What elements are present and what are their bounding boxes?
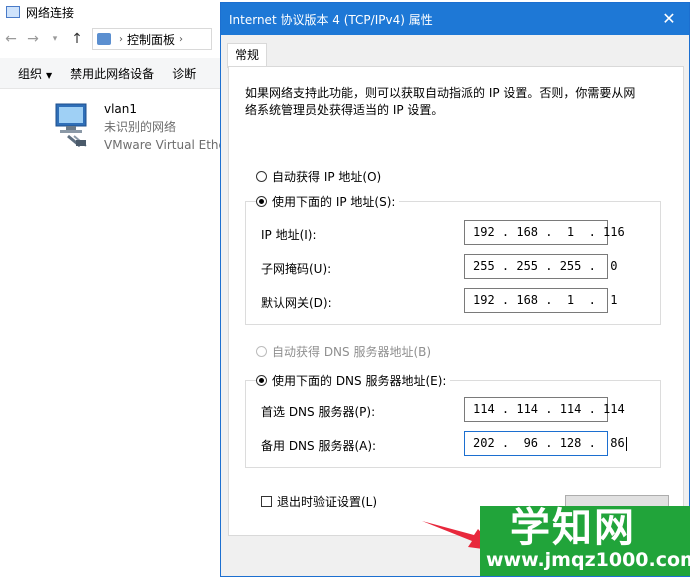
recent-chevron-icon[interactable]: ▾ [44, 28, 66, 50]
explorer-title: 网络连接 [26, 5, 75, 20]
auto-ip-option[interactable]: 自动获得 IP 地址(O) [256, 168, 381, 185]
address-bar[interactable]: › 控制面板 › [92, 28, 212, 50]
validate-on-exit-option[interactable]: 退出时验证设置(L) [261, 493, 377, 510]
breadcrumb-chevron-icon[interactable]: › [119, 34, 123, 45]
ip-address-label: IP 地址(I): [261, 228, 317, 242]
network-folder-icon [6, 6, 20, 18]
preferred-dns-input[interactable]: 114 . 114 . 114 . 114 [464, 397, 625, 422]
dialog-title: Internet 协议版本 4 (TCP/IPv4) 属性 [229, 12, 433, 27]
network-adapter-icon [55, 103, 87, 148]
subnet-mask-label: 子网掩码(U): [261, 262, 332, 276]
manual-ip-radio[interactable] [256, 196, 267, 207]
manual-ip-option[interactable]: 使用下面的 IP 地址(S): [256, 193, 400, 210]
ipv4-properties-dialog: Internet 协议版本 4 (TCP/IPv4) 属性 ✕ 常规 如果网络支… [220, 2, 690, 577]
disable-device-button[interactable]: 禁用此网络设备 [70, 65, 154, 82]
dialog-title-bar[interactable]: Internet 协议版本 4 (TCP/IPv4) 属性 ✕ [221, 3, 689, 35]
description-text: 如果网络支持此功能，则可以获取自动指派的 IP 设置。否则，你需要从网络系统管理… [245, 86, 636, 117]
auto-dns-label: 自动获得 DNS 服务器地址(B) [272, 345, 432, 359]
auto-ip-radio[interactable] [256, 171, 267, 182]
subnet-mask-input[interactable]: 255 . 255 . 255 . 0 [464, 254, 618, 279]
explorer-toolbar: 组织 ▼ 禁用此网络设备 诊断 [0, 58, 230, 89]
forward-arrow-icon[interactable]: → [22, 28, 44, 50]
back-arrow-icon[interactable]: ← [0, 28, 22, 50]
control-panel-icon [97, 33, 111, 45]
organize-label: 组织 [18, 66, 43, 81]
close-icon[interactable]: ✕ [659, 9, 679, 29]
default-gateway-label: 默认网关(D): [261, 296, 332, 310]
preferred-dns-label: 首选 DNS 服务器(P): [261, 405, 376, 419]
tab-general[interactable]: 常规 [227, 43, 267, 68]
network-adapter-item[interactable]: vlan1 未识别的网络 VMware Virtual Ethe [50, 100, 230, 160]
organize-menu[interactable]: 组织 ▼ [18, 65, 52, 82]
watermark-banner: 学知网 www.jmqz1000.com [480, 505, 692, 576]
text-cursor [625, 436, 627, 451]
alternate-dns-input[interactable]: 202 . 96 . 128 . 86 [464, 431, 627, 456]
breadcrumb-control-panel[interactable]: 控制面板 [127, 31, 175, 48]
dropdown-caret-icon: ▼ [46, 70, 53, 80]
manual-dns-radio[interactable] [256, 375, 267, 386]
alternate-dns-value: 202 . 96 . 128 . 86 [473, 436, 625, 450]
auto-dns-option: 自动获得 DNS 服务器地址(B) [256, 343, 431, 360]
manual-dns-label: 使用下面的 DNS 服务器地址(E): [272, 374, 447, 388]
alternate-dns-label: 备用 DNS 服务器(A): [261, 439, 377, 453]
up-arrow-icon[interactable]: ↑ [66, 28, 88, 50]
watermark-brand: 学知网 [510, 505, 636, 551]
diagnose-button[interactable]: 诊断 [172, 65, 196, 82]
general-tab-page: 如果网络支持此功能，则可以获取自动指派的 IP 设置。否则，你需要从网络系统管理… [228, 66, 684, 536]
validate-label: 退出时验证设置(L) [277, 495, 378, 509]
ip-address-input[interactable]: 192 . 168 . 1 . 116 [464, 220, 625, 245]
explorer-nav-bar: ← → ▾ ↑ › 控制面板 › [0, 26, 230, 52]
manual-dns-option[interactable]: 使用下面的 DNS 服务器地址(E): [256, 372, 451, 389]
validate-checkbox[interactable] [261, 496, 272, 507]
watermark-url: www.jmqz1000.com [486, 549, 692, 571]
manual-ip-label: 使用下面的 IP 地址(S): [272, 195, 396, 209]
auto-dns-radio [256, 346, 267, 357]
default-gateway-input[interactable]: 192 . 168 . 1 . 1 [464, 288, 618, 313]
auto-ip-label: 自动获得 IP 地址(O) [272, 170, 382, 184]
breadcrumb-chevron-icon[interactable]: › [179, 34, 183, 45]
